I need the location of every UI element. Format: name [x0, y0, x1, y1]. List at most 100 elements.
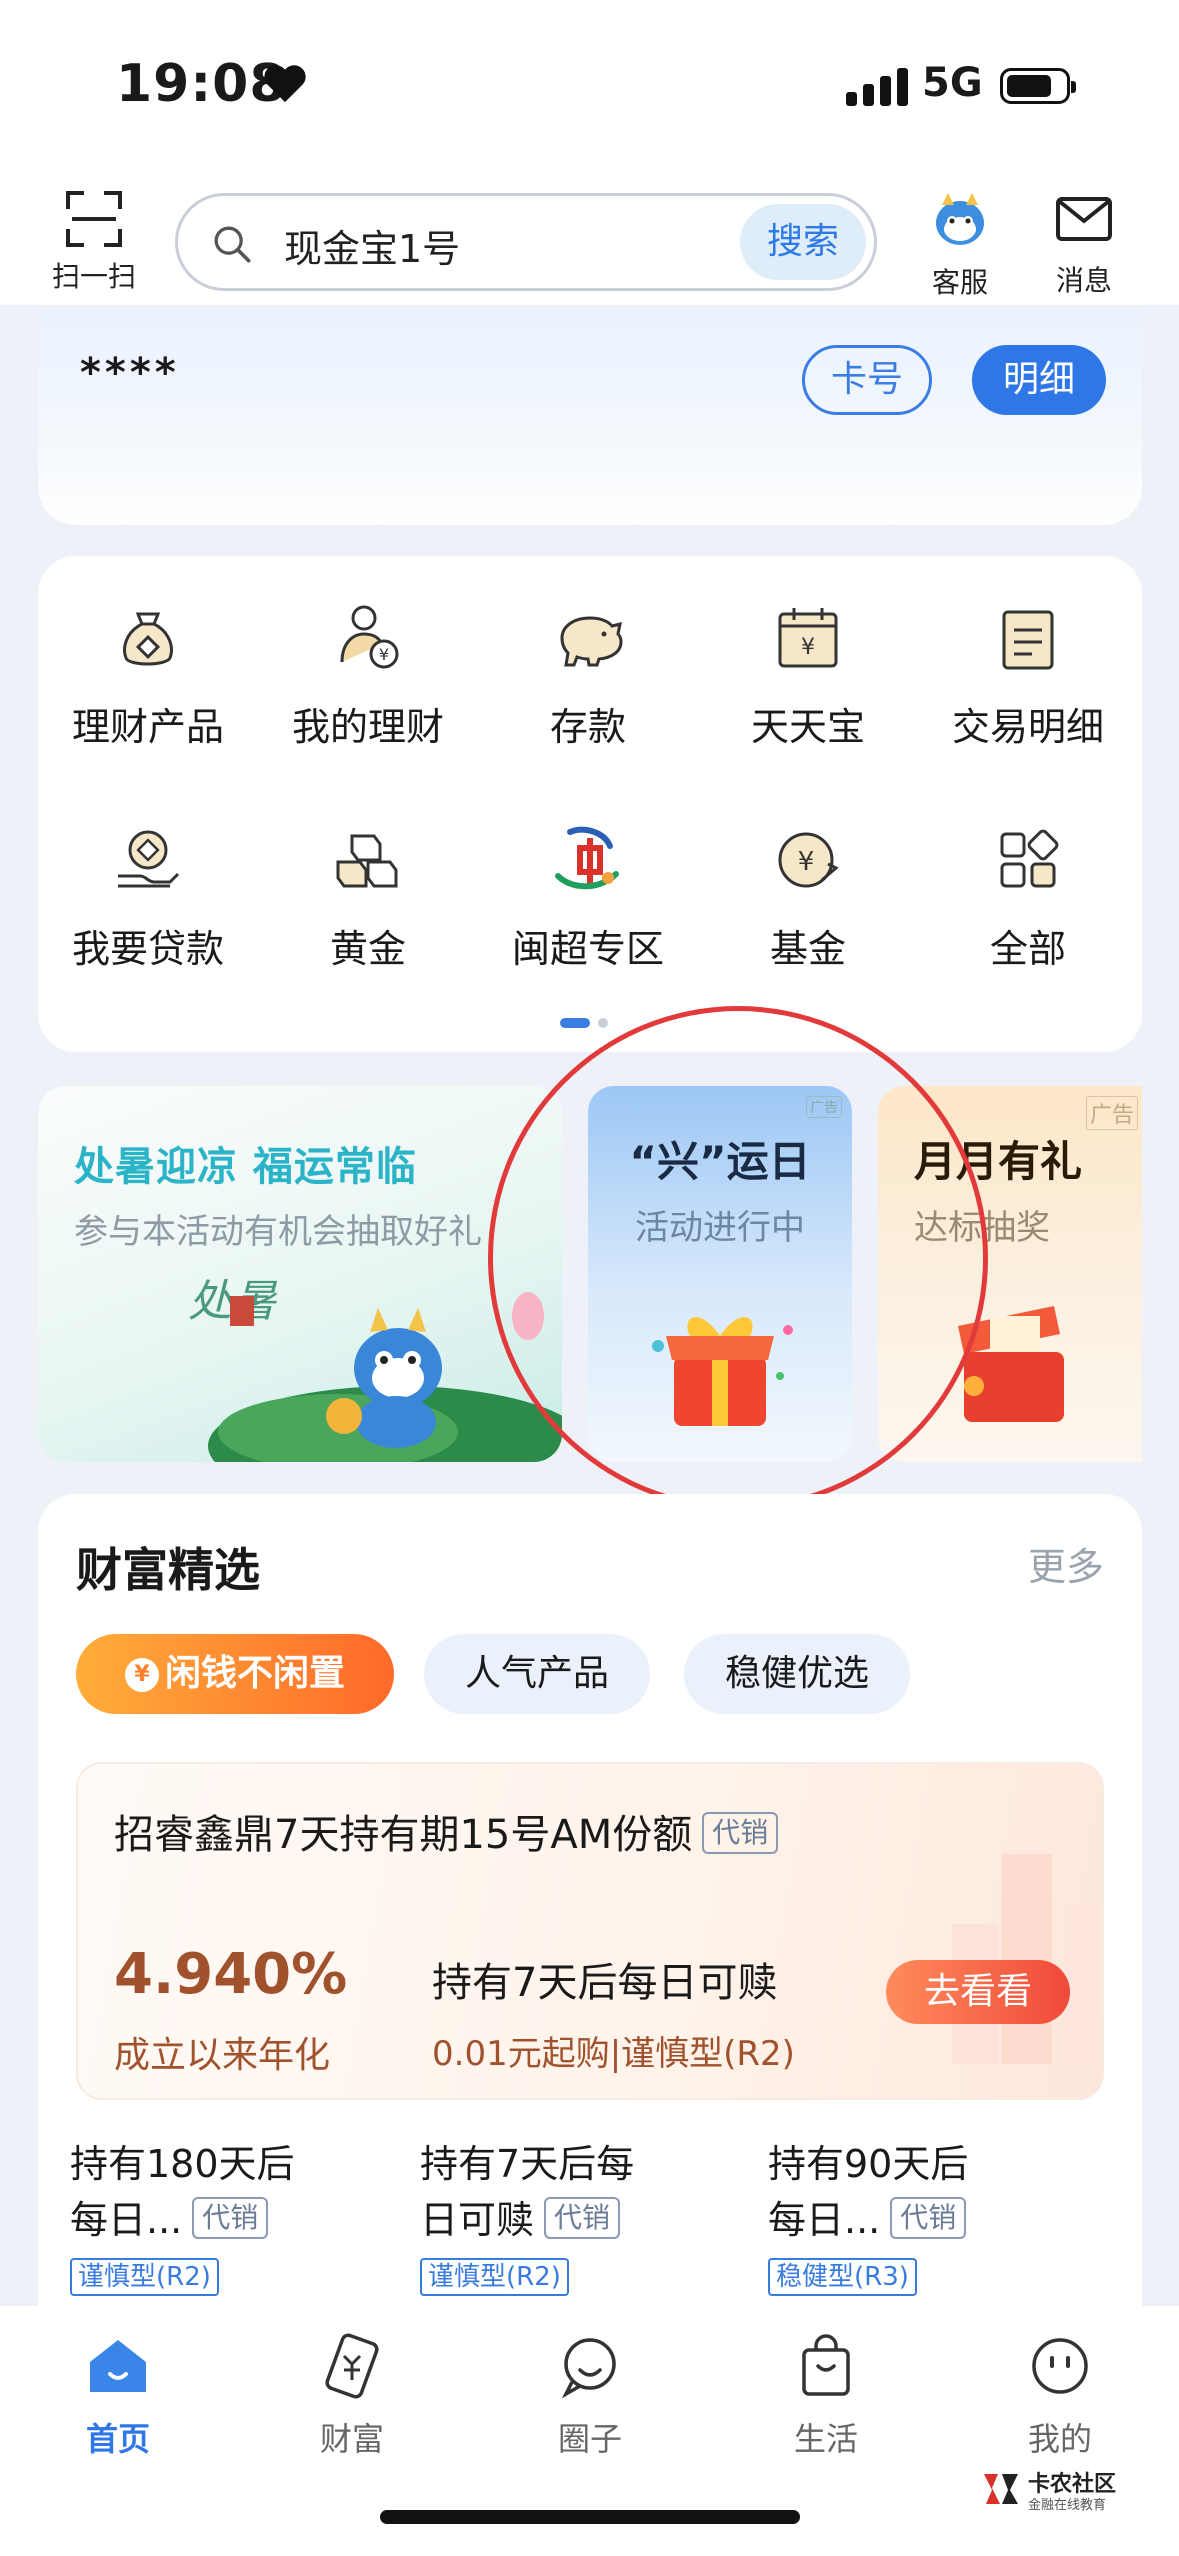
search-button[interactable]: 搜索 — [740, 204, 866, 280]
messages-label: 消息 — [1055, 264, 1112, 297]
product-item[interactable]: 持有180天后 每日... 代销 谨慎型(R2) — [70, 2136, 370, 2296]
svg-text:¥: ¥ — [798, 847, 815, 877]
product-title-line2: 每日... 代销 — [768, 2192, 1068, 2248]
menu-item-fujian-zone[interactable]: 闽超专区 — [478, 822, 698, 973]
account-card: **** 卡号 明细 — [38, 310, 1142, 525]
kanong-logo-icon — [984, 2474, 1018, 2504]
gift-box-illustration — [652, 1317, 793, 1426]
scan-button[interactable]: 扫一扫 — [44, 191, 144, 295]
nav-label: 圈子 — [557, 2420, 622, 2458]
banner-title: “兴”运日 — [629, 1137, 811, 1186]
heart-icon — [264, 65, 306, 103]
svg-text:¥: ¥ — [379, 645, 389, 664]
nav-label: 生活 — [793, 2420, 858, 2458]
nav-wealth[interactable]: 财富 — [282, 2330, 422, 2460]
dragon-mascot-icon — [936, 193, 984, 245]
shopping-bag-icon — [802, 2334, 850, 2396]
tab-popular[interactable]: 人气产品 — [424, 1634, 650, 1714]
lotus-mascot-illustration: 处暑 — [188, 1276, 562, 1462]
card-number-button[interactable]: 卡号 — [802, 345, 932, 415]
menu-item-label: 天天宝 — [750, 705, 865, 749]
risk-badge: 稳健型(R3) — [768, 2258, 917, 2296]
banner-title: 月月有礼 — [914, 1137, 1083, 1186]
home-indicator[interactable] — [380, 2510, 800, 2524]
more-link[interactable]: 更多 — [1028, 1536, 1104, 1591]
risk-level: 0.01元起购|谨慎型(R2) — [432, 2034, 795, 2074]
nav-label: 我的 — [1027, 2420, 1092, 2458]
menu-item-wealth-products[interactable]: 理财产品 — [38, 600, 258, 751]
masked-account-number: **** — [80, 350, 180, 396]
coin-icon: ¥ — [124, 1658, 159, 1692]
nav-circle[interactable]: 圈子 — [520, 2330, 660, 2460]
calendar-yen-icon: ¥ — [778, 608, 838, 668]
menu-item-label: 交易明细 — [951, 705, 1104, 749]
wealth-section: 财富精选 更多 ¥ 闲钱不闲置 人气产品 稳健优选 招睿鑫鼎7天持有期15号AM份… — [38, 1494, 1142, 2394]
rate-label: 成立以来年化 — [114, 2035, 331, 2076]
menu-item-label: 我的理财 — [291, 705, 444, 749]
banner-subtitle: 达标抽奖 — [914, 1208, 1050, 1248]
menu-item-all[interactable]: 全部 — [918, 822, 1138, 973]
product-title-line1: 持有180天后 — [70, 2142, 295, 2186]
status-time: 19:08 — [116, 54, 287, 114]
ad-badge: 广告 — [806, 1096, 842, 1118]
home-icon — [90, 2340, 146, 2392]
consignment-tag: 代销 — [544, 2197, 621, 2239]
consignment-tag: 代销 — [702, 1812, 779, 1854]
menu-item-tiantianbao[interactable]: ¥ 天天宝 — [698, 600, 918, 751]
nav-home[interactable]: 首页 — [48, 2330, 188, 2460]
battery-icon — [1000, 68, 1076, 104]
red-gift-box-illustration — [958, 1306, 1064, 1422]
nav-life[interactable]: 生活 — [756, 2330, 896, 2460]
menu-item-loan[interactable]: 我要贷款 — [38, 822, 258, 973]
view-product-button[interactable]: 去看看 — [886, 1960, 1070, 2024]
featured-product-card[interactable]: 招睿鑫鼎7天持有期15号AM份额 代销 4.940% 成立以来年化 持有7天后每日… — [76, 1762, 1104, 2100]
annualized-rate: 4.940% — [114, 1942, 348, 2007]
product-title-line1: 持有90天后 — [768, 2142, 969, 2186]
menu-item-transactions[interactable]: 交易明细 — [918, 600, 1138, 751]
scan-icon — [66, 191, 122, 247]
risk-badge: 谨慎型(R2) — [420, 2258, 569, 2296]
nav-mine[interactable]: 我的 — [990, 2330, 1130, 2460]
page-indicator — [560, 1018, 608, 1028]
menu-item-label: 黄金 — [329, 927, 406, 971]
banner-xing-day[interactable]: 广告 “兴”运日 活动进行中 — [588, 1086, 852, 1462]
fund-yen-icon: ¥ — [778, 832, 839, 888]
signal-icon — [846, 66, 908, 106]
menu-item-gold[interactable]: 黄金 — [258, 822, 478, 973]
menu-item-label: 全部 — [989, 927, 1066, 971]
envelope-icon — [1056, 197, 1112, 241]
search-input[interactable]: 现金宝1号 — [284, 218, 460, 273]
product-item[interactable]: 持有90天后 每日... 代销 稳健型(R3) — [768, 2136, 1068, 2296]
product-title-line1: 持有7天后每 — [420, 2142, 635, 2186]
money-bag-icon — [123, 612, 173, 666]
banner-title: 处暑迎凉 福运常临 — [74, 1144, 417, 1190]
menu-item-deposit[interactable]: 存款 — [478, 600, 698, 751]
tab-idle-money[interactable]: ¥ 闲钱不闲置 — [76, 1634, 394, 1714]
messages-button[interactable]: 消息 — [1036, 191, 1132, 299]
customer-service-button[interactable]: 客服 — [912, 189, 1008, 301]
product-title-line2: 日可赎 代销 — [420, 2192, 720, 2248]
menu-item-fund[interactable]: ¥ 基金 — [698, 822, 918, 973]
wealth-card-icon — [325, 2333, 379, 2399]
profile-face-icon — [1032, 2338, 1088, 2394]
banner-monthly-gift[interactable]: 广告 月月有礼 达标抽奖 — [878, 1086, 1142, 1462]
watermark: 卡农社区 金融在线教育 — [980, 2466, 1160, 2516]
top-bar: 扫一扫 现金宝1号 搜索 客服 消息 — [0, 175, 1179, 305]
fujian-logo-icon — [555, 826, 619, 890]
product-item[interactable]: 持有7天后每 日可赎 代销 谨慎型(R2) — [420, 2136, 720, 2296]
banner-subtitle: 活动进行中 — [635, 1208, 805, 1248]
consignment-tag: 代销 — [192, 2197, 269, 2239]
product-title-line2: 每日... 代销 — [70, 2192, 370, 2248]
nav-label: 财富 — [319, 2420, 384, 2458]
tab-steady[interactable]: 稳健优选 — [684, 1634, 910, 1714]
gold-bars-icon — [336, 834, 398, 888]
search-bar[interactable]: 现金宝1号 搜索 — [175, 193, 877, 291]
piggy-bank-icon — [560, 616, 623, 667]
banner-summer-event[interactable]: 处暑迎凉 福运常临 参与本活动有机会抽取好礼 处暑 — [38, 1086, 562, 1462]
account-detail-button[interactable]: 明细 — [972, 345, 1106, 415]
network-label: 5G — [922, 60, 983, 106]
watermark-slogan: 金融在线教育 — [1028, 2498, 1107, 2513]
menu-item-my-wealth[interactable]: ¥ 我的理财 — [258, 600, 478, 751]
product-name: 招睿鑫鼎7天持有期15号AM份额 代销 — [114, 1802, 779, 1860]
coin-hand-icon — [118, 830, 180, 888]
